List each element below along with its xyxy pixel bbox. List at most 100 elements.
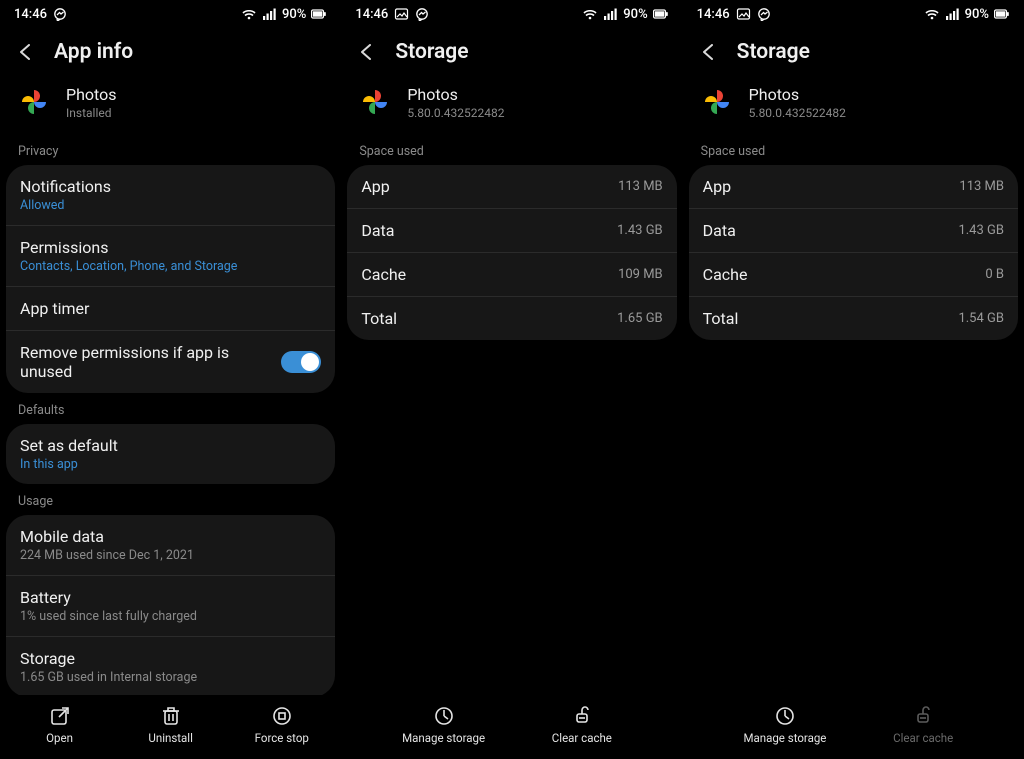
clear-cache-label: Clear cache (893, 731, 953, 745)
row-title: Data (703, 221, 736, 240)
uninstall-button[interactable]: Uninstall (131, 705, 211, 745)
row-total: Total 1.65 GB (347, 296, 676, 340)
app-status: Installed (66, 106, 117, 120)
row-sub: In this app (20, 457, 118, 472)
row-notifications[interactable]: Notifications Allowed (6, 165, 335, 225)
back-button[interactable] (357, 42, 377, 62)
back-button[interactable] (16, 42, 36, 62)
row-title: Notifications (20, 177, 111, 196)
section-usage: Usage (0, 484, 341, 515)
photos-app-icon (357, 84, 393, 120)
row-value: 1.43 GB (958, 223, 1004, 238)
trash-icon (160, 705, 182, 727)
row-remove-permissions[interactable]: Remove permissions if app is unused (6, 330, 335, 393)
page-title: App info (54, 40, 133, 64)
row-mobile-data[interactable]: Mobile data 224 MB used since Dec 1, 202… (6, 515, 335, 575)
messenger-icon (53, 7, 67, 21)
screen-app-info: 14:46 90% App info Photos Installed Priv… (0, 0, 341, 759)
signal-icon (603, 7, 618, 21)
status-battery-pct: 90% (965, 7, 989, 22)
row-title: Cache (703, 265, 748, 284)
app-name: Photos (749, 85, 846, 104)
row-title: Total (361, 309, 397, 328)
clear-cache-icon (571, 705, 593, 727)
force-stop-label: Force stop (255, 731, 309, 745)
row-title: Remove permissions if app is unused (20, 343, 281, 381)
app-name: Photos (66, 85, 117, 104)
status-battery-pct: 90% (282, 7, 306, 22)
screen-storage-after: 14:46 90% Storage Photos 5.80.0.43252248… (683, 0, 1024, 759)
row-data: Data 1.43 GB (347, 208, 676, 252)
row-title: Data (361, 221, 394, 240)
uninstall-label: Uninstall (148, 731, 193, 745)
open-button[interactable]: Open (20, 705, 100, 745)
app-name: Photos (407, 85, 504, 104)
row-title: Permissions (20, 238, 237, 257)
manage-storage-label: Manage storage (402, 731, 485, 745)
row-title: Battery (20, 588, 197, 607)
clear-cache-button[interactable]: Clear cache (542, 705, 622, 745)
battery-icon (311, 8, 327, 20)
bottom-bar: Manage storage Clear cache (341, 695, 682, 759)
clear-cache-button: Clear cache (883, 705, 963, 745)
row-title: Set as default (20, 436, 118, 455)
photos-app-icon (699, 84, 735, 120)
header: App info (0, 28, 341, 80)
remove-permissions-toggle[interactable] (281, 351, 321, 373)
app-header: Photos 5.80.0.432522482 (341, 80, 682, 134)
back-button[interactable] (699, 42, 719, 62)
app-version: 5.80.0.432522482 (749, 106, 846, 120)
row-value: 1.54 GB (958, 311, 1004, 326)
clear-cache-label: Clear cache (552, 731, 612, 745)
signal-icon (262, 7, 277, 21)
row-sub: 1.65 GB used in Internal storage (20, 670, 197, 685)
row-set-default[interactable]: Set as default In this app (6, 424, 335, 484)
force-stop-button[interactable]: Force stop (242, 705, 322, 745)
picture-icon (394, 7, 409, 21)
row-storage[interactable]: Storage 1.65 GB used in Internal storage (6, 636, 335, 695)
row-value: 113 MB (618, 179, 663, 194)
row-title: App timer (20, 299, 89, 318)
row-permissions[interactable]: Permissions Contacts, Location, Phone, a… (6, 225, 335, 286)
row-app: App 113 MB (347, 165, 676, 208)
row-title: Mobile data (20, 527, 194, 546)
wifi-icon (582, 7, 598, 21)
status-time: 14:46 (355, 7, 388, 22)
battery-icon (994, 8, 1010, 20)
status-bar: 14:46 90% (341, 0, 682, 28)
row-battery[interactable]: Battery 1% used since last fully charged (6, 575, 335, 636)
row-value: 0 B (985, 267, 1004, 282)
battery-icon (653, 8, 669, 20)
row-value: 109 MB (618, 267, 663, 282)
app-version: 5.80.0.432522482 (407, 106, 504, 120)
row-title: Total (703, 309, 739, 328)
row-value: 1.65 GB (617, 311, 663, 326)
manage-storage-icon (433, 705, 455, 727)
bottom-bar: Manage storage Clear cache (683, 695, 1024, 759)
row-cache: Cache 0 B (689, 252, 1018, 296)
stop-icon (271, 705, 293, 727)
header: Storage (683, 28, 1024, 80)
manage-storage-button[interactable]: Manage storage (402, 705, 485, 745)
photos-app-icon (16, 84, 52, 120)
page-title: Storage (395, 40, 468, 64)
status-time: 14:46 (14, 7, 47, 22)
section-space-used: Space used (341, 134, 682, 165)
row-app: App 113 MB (689, 165, 1018, 208)
picture-icon (736, 7, 751, 21)
status-bar: 14:46 90% (683, 0, 1024, 28)
status-battery-pct: 90% (623, 7, 647, 22)
row-data: Data 1.43 GB (689, 208, 1018, 252)
row-app-timer[interactable]: App timer (6, 286, 335, 330)
header: Storage (341, 28, 682, 80)
manage-storage-button[interactable]: Manage storage (743, 705, 826, 745)
row-value: 1.43 GB (617, 223, 663, 238)
section-defaults: Defaults (0, 393, 341, 424)
screen-storage-before: 14:46 90% Storage Photos 5.80.0.43252248… (341, 0, 682, 759)
manage-storage-icon (774, 705, 796, 727)
manage-storage-label: Manage storage (743, 731, 826, 745)
signal-icon (945, 7, 960, 21)
messenger-icon (415, 7, 429, 21)
row-value: 113 MB (959, 179, 1004, 194)
row-title: App (703, 177, 731, 196)
